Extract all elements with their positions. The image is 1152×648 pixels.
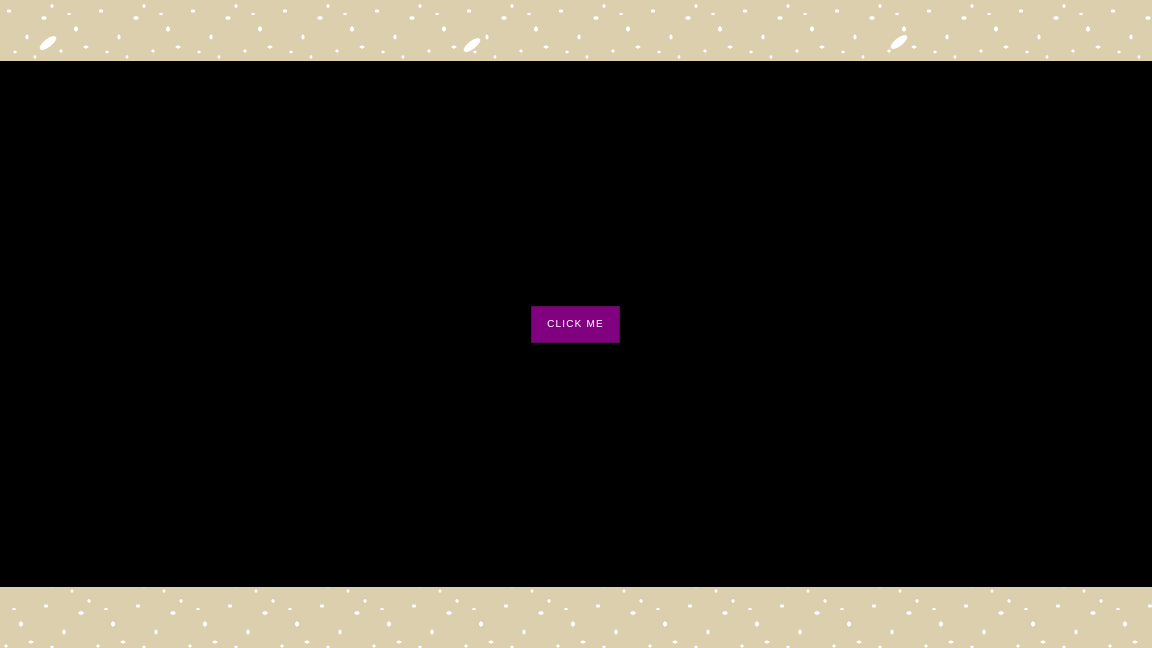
top-speckled-border [0, 0, 1152, 61]
click-me-button[interactable]: CLICK ME [532, 307, 619, 342]
speckle-mark [37, 33, 59, 53]
bottom-speckled-border [0, 587, 1152, 648]
speckle-mark [461, 35, 483, 55]
speckle-mark [888, 32, 910, 52]
page: CLICK ME [0, 0, 1152, 648]
main-stage: CLICK ME [0, 61, 1152, 587]
